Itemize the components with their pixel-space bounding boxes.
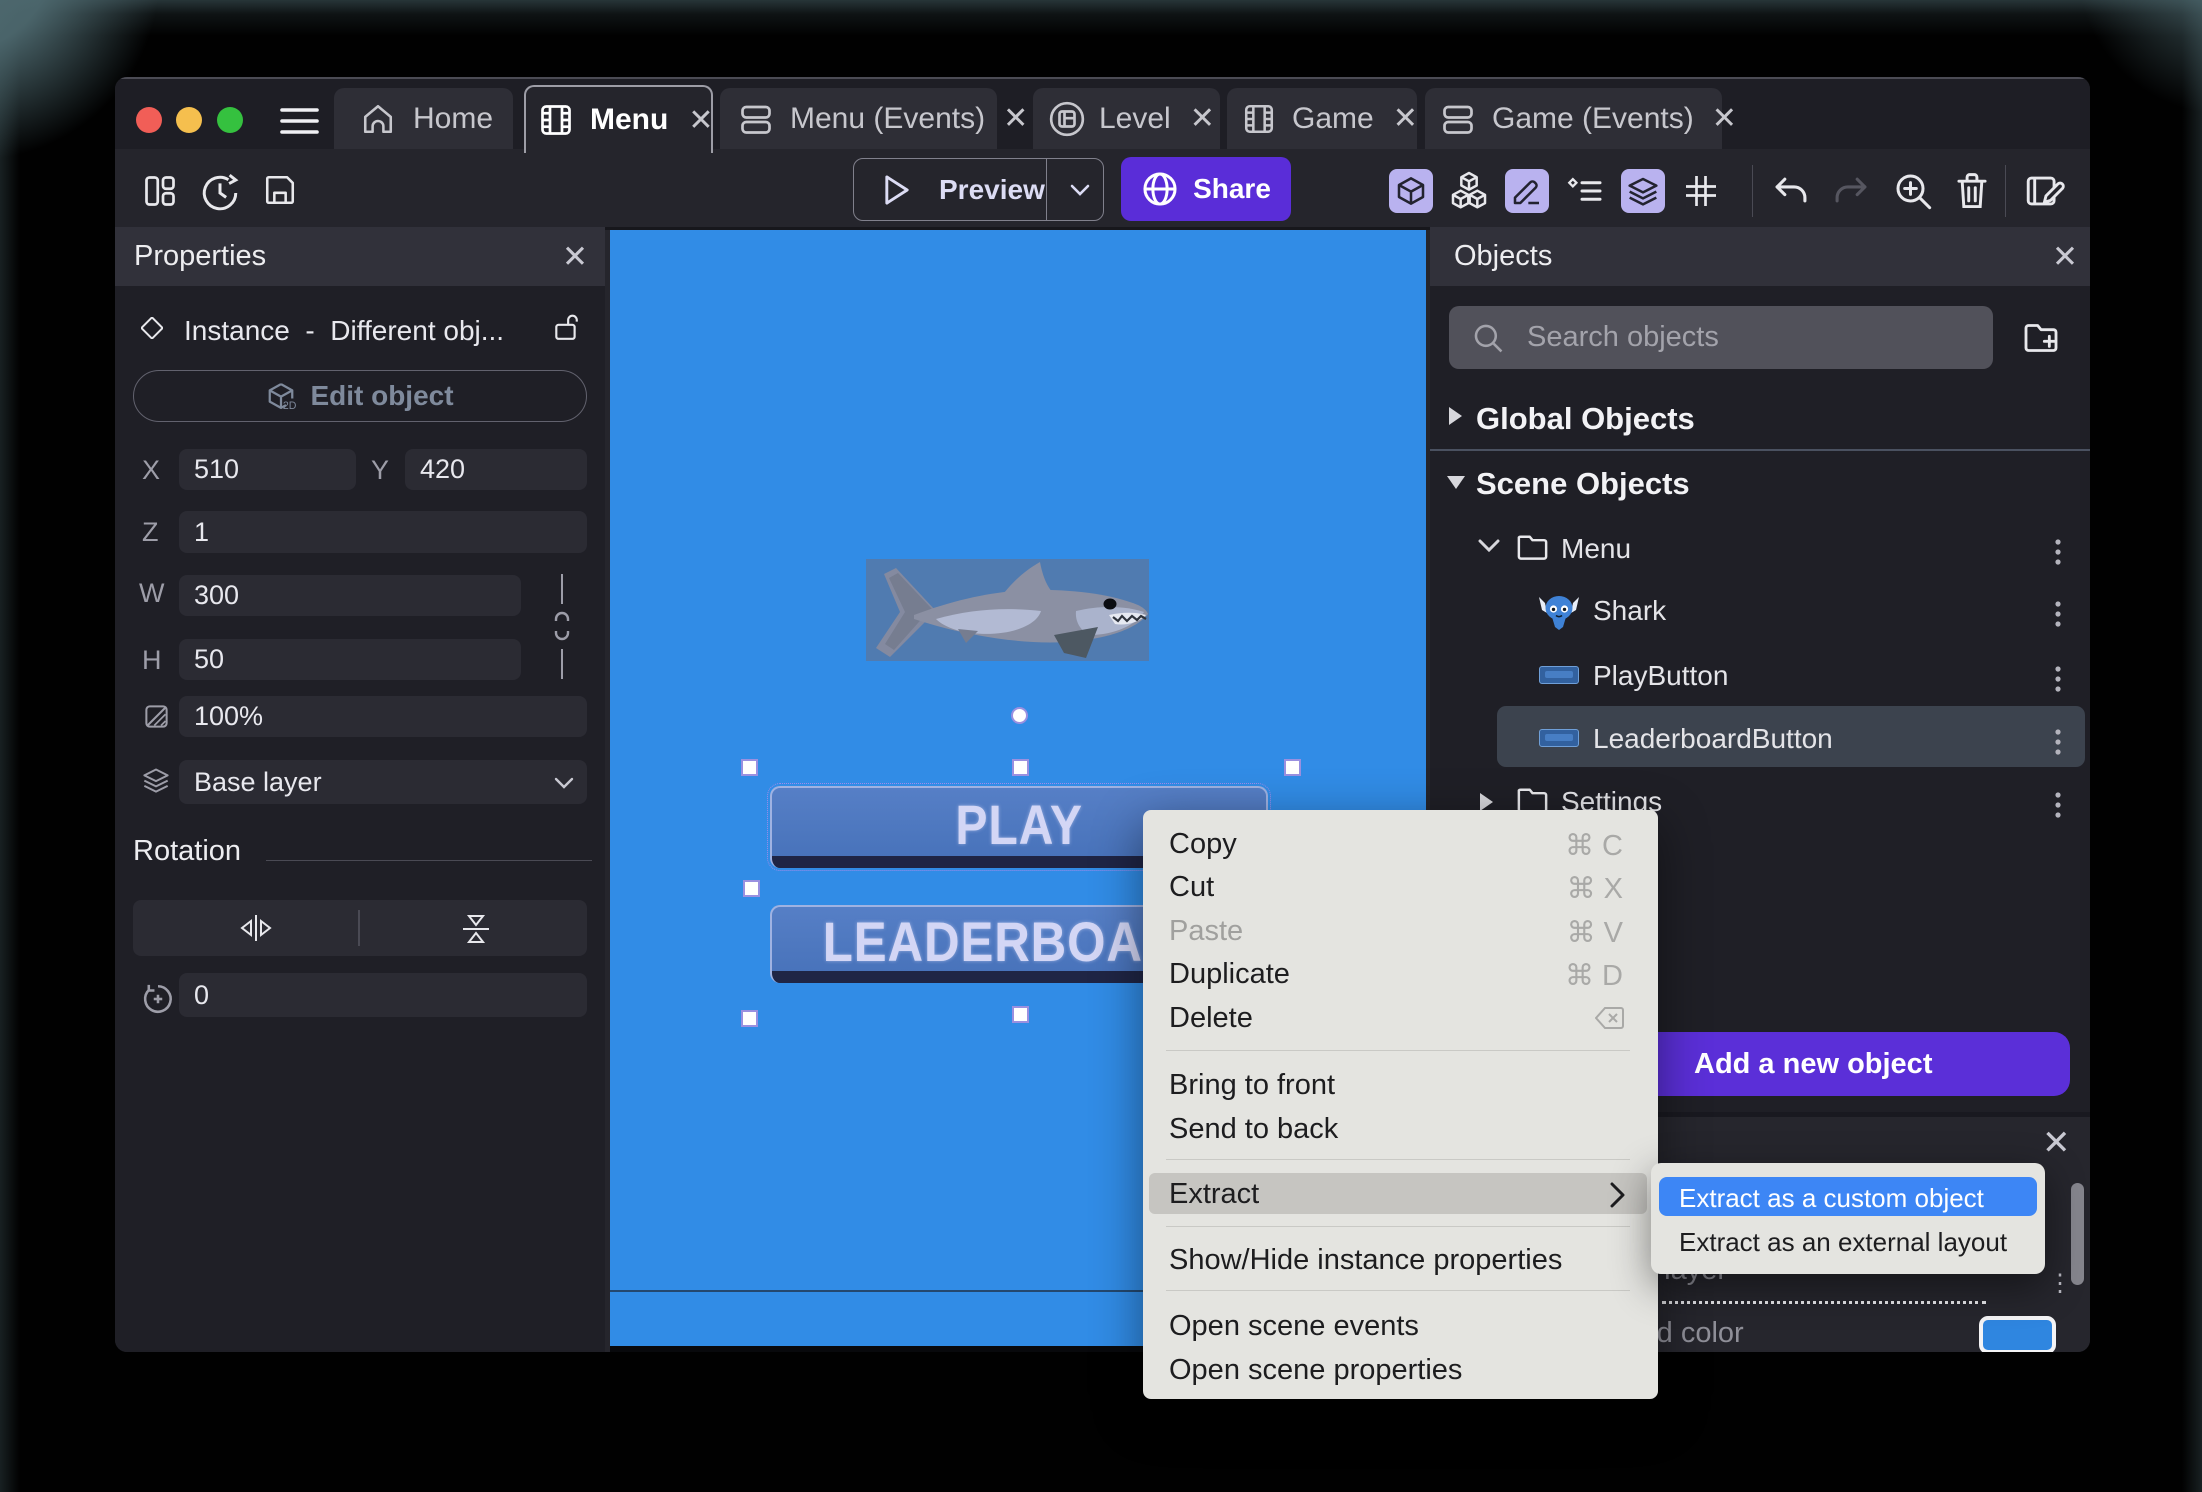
svg-text:2D: 2D — [283, 400, 296, 411]
